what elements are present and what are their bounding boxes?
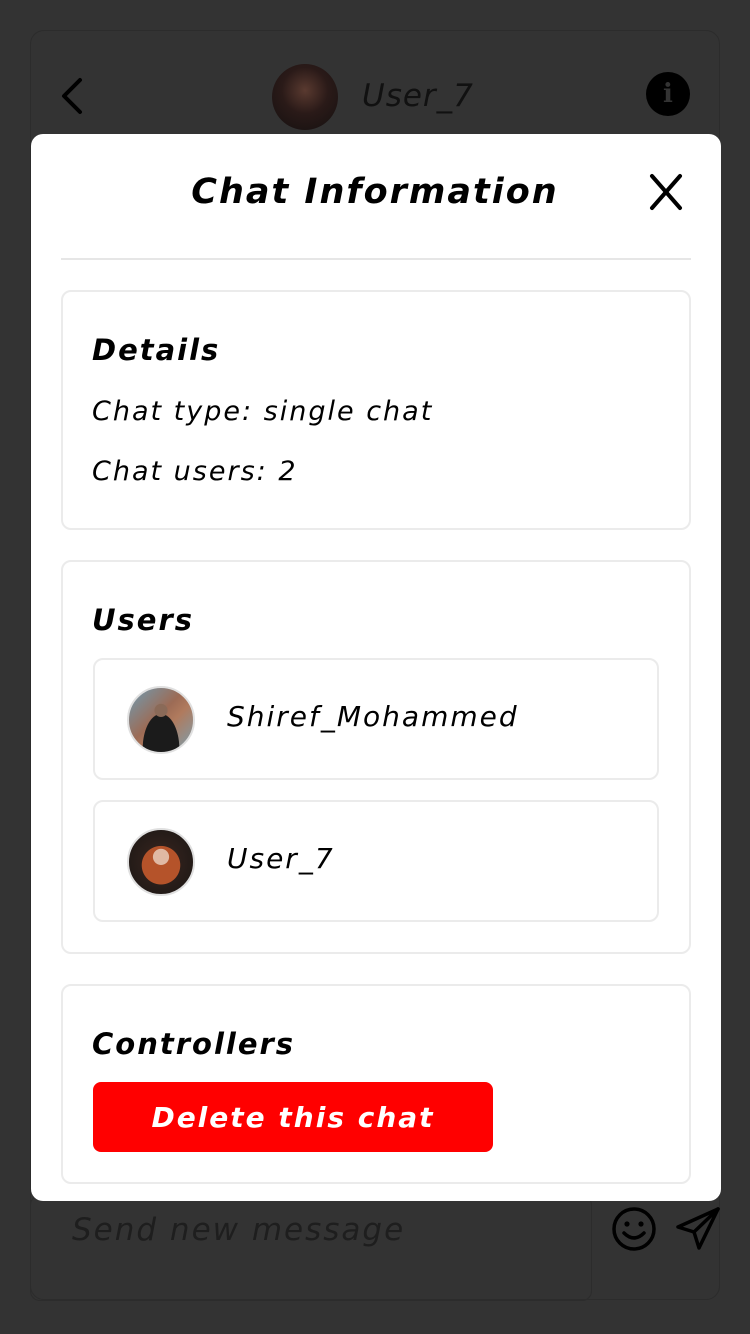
modal-divider xyxy=(61,258,691,260)
chevron-left-icon[interactable] xyxy=(58,76,88,116)
modal-title: Chat Information xyxy=(191,172,559,212)
info-icon[interactable]: i xyxy=(646,72,690,116)
smiley-icon[interactable] xyxy=(610,1205,658,1253)
message-composer xyxy=(30,1195,592,1301)
user-name: User_7 xyxy=(227,842,335,875)
header-avatar[interactable] xyxy=(272,64,338,130)
users-title: Users xyxy=(92,603,195,637)
user-name: Shiref_Mohammed xyxy=(227,700,519,733)
avatar xyxy=(127,686,195,754)
chat-type-text: Chat type: single chat xyxy=(92,396,434,427)
chat-users-text: Chat users: 2 xyxy=(92,456,298,487)
details-title: Details xyxy=(92,333,221,367)
paper-plane-icon[interactable] xyxy=(674,1205,722,1253)
user-row-shiref[interactable]: Shiref_Mohammed xyxy=(93,658,659,780)
user-row-user7[interactable]: User_7 xyxy=(93,800,659,922)
avatar xyxy=(127,828,195,896)
message-input[interactable]: Send new message xyxy=(72,1212,405,1248)
header-username: User_7 xyxy=(362,78,474,114)
close-icon[interactable] xyxy=(648,172,684,212)
info-glyph: i xyxy=(663,79,673,109)
delete-chat-button[interactable]: Delete this chat xyxy=(93,1082,493,1152)
controllers-title: Controllers xyxy=(92,1027,296,1061)
